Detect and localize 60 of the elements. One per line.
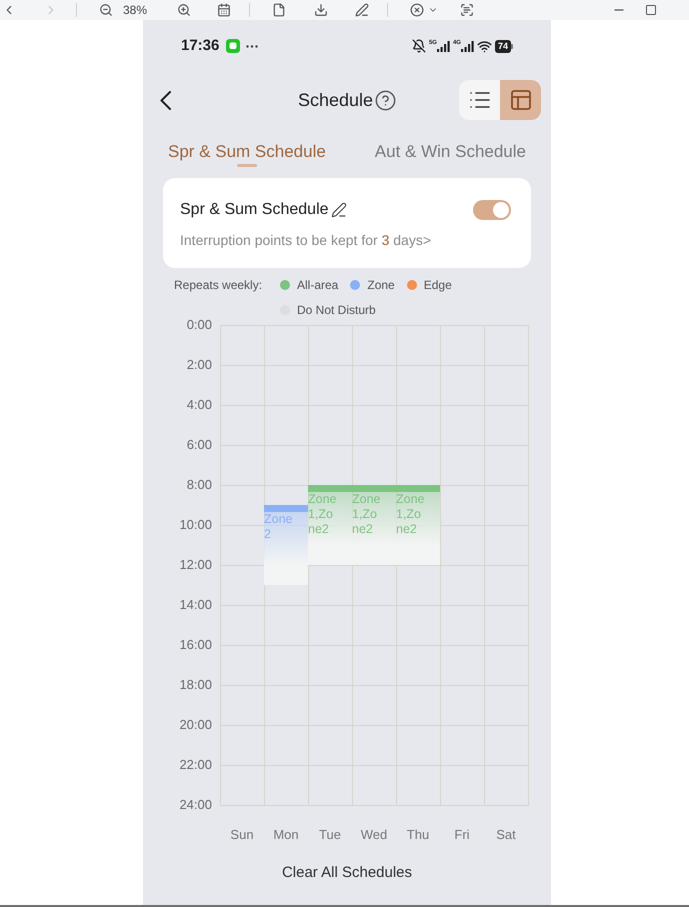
time-label: 8:00 [186,476,212,494]
time-label: 0:00 [186,316,212,334]
download-icon[interactable] [314,3,328,17]
legend-item-label: Edge [424,277,452,294]
wifi-icon [476,38,492,54]
pencil-icon[interactable] [330,202,347,218]
retention-link[interactable]: Interruption points to be kept for 3 days> [180,230,514,250]
schedule-switch[interactable] [473,200,511,220]
scan-text-icon[interactable] [460,3,474,17]
time-label: 14:00 [178,596,212,614]
zoom-in-icon[interactable] [177,3,192,17]
time-label: 6:00 [186,436,212,454]
day-label: Thu [406,826,430,844]
page-title: Schedule [298,89,374,112]
season-tab[interactable]: Aut & Win Schedule [374,140,526,168]
day-label: Fri [453,826,471,844]
zoom-out-icon[interactable] [99,3,113,17]
page-icon[interactable] [272,3,286,17]
maximize-icon[interactable] [645,4,658,16]
time-label: 12:00 [178,556,212,574]
bell-off-icon [412,39,426,53]
chat-icon [226,39,240,53]
circle-x-icon[interactable] [410,3,424,17]
time-label: 22:00 [178,756,212,774]
help-icon[interactable] [375,90,396,110]
time-label: 16:00 [178,636,212,654]
day-label: Wed [360,826,388,844]
zoom-level: 38% [123,2,148,18]
view-mode-button[interactable] [500,80,541,120]
layout-icon [508,88,532,112]
more-dots-icon [246,44,258,48]
day-label: Sun [229,826,255,844]
status-time: 17:36 [181,36,220,56]
season-tab[interactable]: Spr & Sum Schedule [168,140,326,168]
time-label: 10:00 [178,516,212,534]
legend-item-label: Zone [367,277,395,294]
clear-all-button[interactable]: Clear All Schedules [282,862,412,884]
legend-item-label: All-area [297,277,338,294]
signal-icon [460,41,474,52]
battery-indicator: 74 [494,40,513,52]
calendar-icon[interactable] [217,3,232,17]
legend-item-label: Do Not Disturb [297,302,376,319]
draw-icon[interactable] [355,3,370,17]
day-label: Mon [272,826,300,844]
time-label: 24:00 [178,796,212,814]
day-label: Tue [318,826,342,844]
time-label: 4:00 [186,396,212,414]
view-mode-button[interactable] [459,80,500,120]
block-label: Zone 1,Zone2 [308,492,338,537]
time-label: 18:00 [178,676,212,694]
legend-label: Repeats weekly: [174,277,264,294]
back-chevron-icon[interactable] [160,90,171,110]
day-label: Sat [495,826,517,844]
time-label: 20:00 [178,716,212,734]
block-label: Zone 1,Zone2 [352,492,382,537]
time-label: 2:00 [186,356,212,374]
block-label: Zone 1,Zone2 [396,492,426,537]
signal-icon [436,41,450,52]
block-label: Zone 2 [264,512,294,542]
schedule-name: Spr & Sum Schedule [180,200,329,220]
